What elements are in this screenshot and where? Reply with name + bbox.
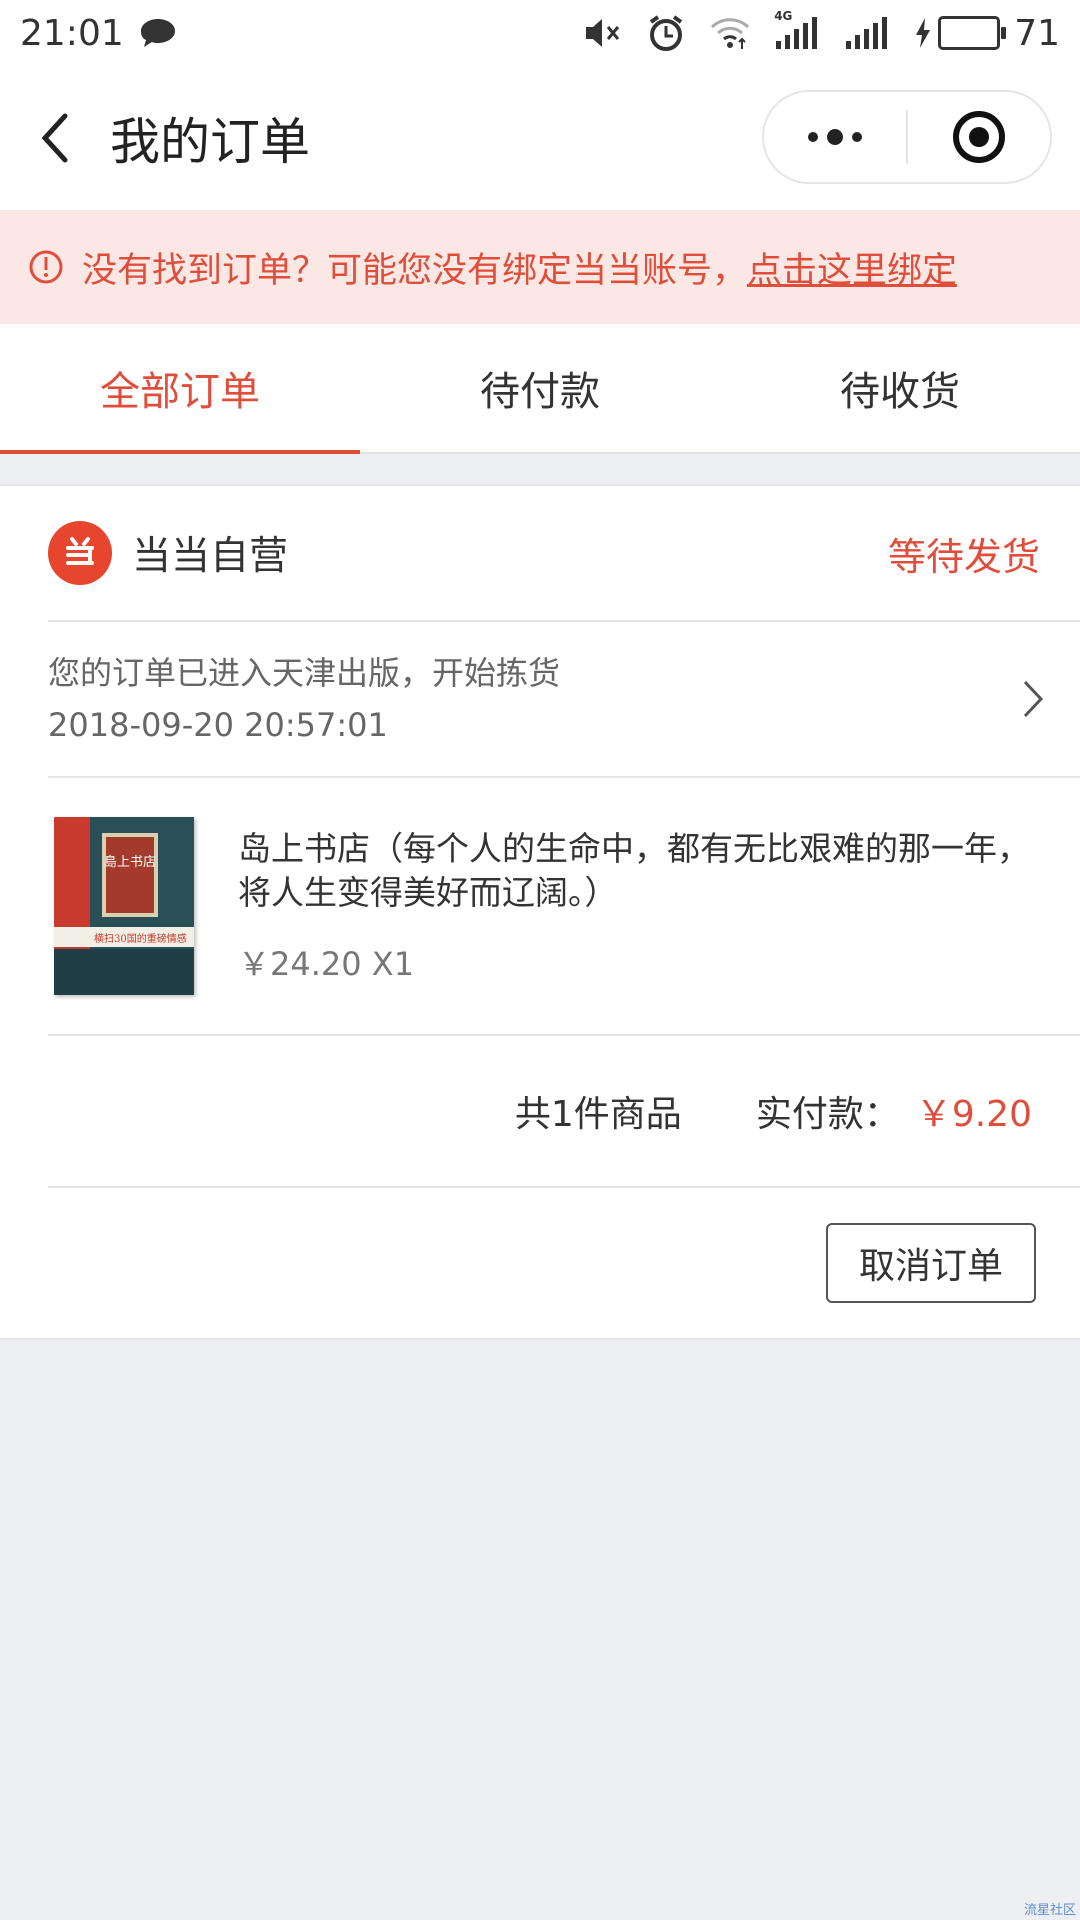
status-bar: 21:01 4G 71 <box>0 0 1080 66</box>
signal-icon <box>844 15 890 51</box>
order-card: 当当自营 等待发货 您的订单已进入天津出版，开始拣货 2018-09-20 20… <box>0 484 1080 1340</box>
more-icon <box>808 129 862 145</box>
tab-pending-receipt[interactable]: 待收货 <box>720 324 1080 452</box>
logistics-row[interactable]: 您的订单已进入天津出版，开始拣货 2018-09-20 20:57:01 <box>48 622 1080 778</box>
close-miniapp-button[interactable] <box>908 92 1050 182</box>
product-item[interactable]: 島上书店 横扫30国的重磅情感大书 岛上书店（每个人的生命中，都有无比艰难的那一… <box>48 778 1080 1036</box>
order-actions: 取消订单 <box>0 1188 1080 1338</box>
alarm-icon <box>646 13 686 53</box>
signal-4g-icon: 4G <box>774 9 820 51</box>
charging-icon <box>916 18 931 48</box>
back-button[interactable] <box>0 66 110 210</box>
battery-indicator: 71 <box>914 13 1060 54</box>
bind-account-link[interactable]: 点击这里绑定 <box>747 242 957 293</box>
logistics-time: 2018-09-20 20:57:01 <box>48 706 388 744</box>
page-title: 我的订单 <box>110 113 310 171</box>
battery-level: 71 <box>1014 12 1060 54</box>
order-summary: 共1件商品 实付款： ￥9.20 <box>48 1036 1080 1188</box>
order-status: 等待发货 <box>887 534 1040 579</box>
chevron-right-icon <box>1023 680 1044 718</box>
tab-all-orders[interactable]: 全部订单 <box>0 324 360 454</box>
network-type: 4G <box>774 9 793 23</box>
book-cover-image: 島上书店 横扫30国的重磅情感大书 <box>54 817 194 995</box>
product-name: 岛上书店（每个人的生命中，都有无比艰难的那一年，将人生变得美好而辽阔。） <box>238 829 1030 912</box>
cover-title: 島上书店 <box>104 855 157 870</box>
miniapp-capsule <box>762 90 1052 184</box>
product-price: ￥24.20 X1 <box>238 945 415 983</box>
back-arrow-icon <box>41 113 68 163</box>
mute-icon <box>582 15 622 51</box>
bind-account-notice: 没有找到订单？可能您没有绑定当当账号， 点击这里绑定 <box>0 210 1080 324</box>
more-button[interactable] <box>764 92 906 182</box>
shop-name: 当当自营 <box>132 534 289 579</box>
watermark: 流星社区 <box>1023 1903 1076 1918</box>
status-time: 21:01 <box>20 12 124 54</box>
shop-header: 当当自营 等待发货 <box>48 486 1080 622</box>
order-tabs: 全部订单 待付款 待收货 <box>0 324 1080 454</box>
notice-text: 没有找到订单？可能您没有绑定当当账号， <box>82 250 748 291</box>
logistics-message: 您的订单已进入天津出版，开始拣货 <box>48 654 561 692</box>
wifi-icon <box>710 15 750 51</box>
chat-bubble-icon <box>138 16 178 50</box>
warning-icon <box>28 249 64 285</box>
nav-bar: 我的订单 <box>0 66 1080 210</box>
record-icon <box>953 111 1005 163</box>
dangdang-logo-icon <box>48 521 112 585</box>
battery-icon <box>938 16 1007 50</box>
paid-amount: ￥9.20 <box>915 1094 1032 1135</box>
paid-label: 实付款： <box>755 1094 900 1135</box>
cancel-order-button[interactable]: 取消订单 <box>826 1223 1036 1303</box>
tab-pending-payment[interactable]: 待付款 <box>360 324 720 452</box>
item-count: 共1件商品 <box>514 1094 682 1135</box>
